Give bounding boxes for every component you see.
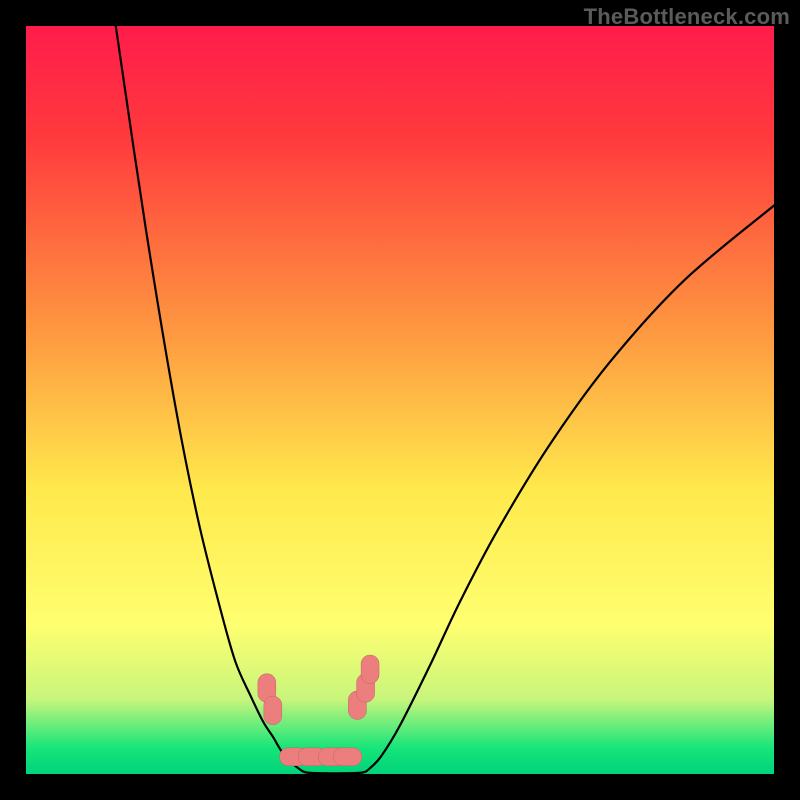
- chart-svg: [26, 26, 774, 774]
- gradient-background: [26, 26, 774, 774]
- data-marker: [361, 655, 379, 683]
- data-marker: [333, 748, 361, 766]
- chart-frame: [26, 26, 774, 774]
- data-marker: [264, 696, 282, 724]
